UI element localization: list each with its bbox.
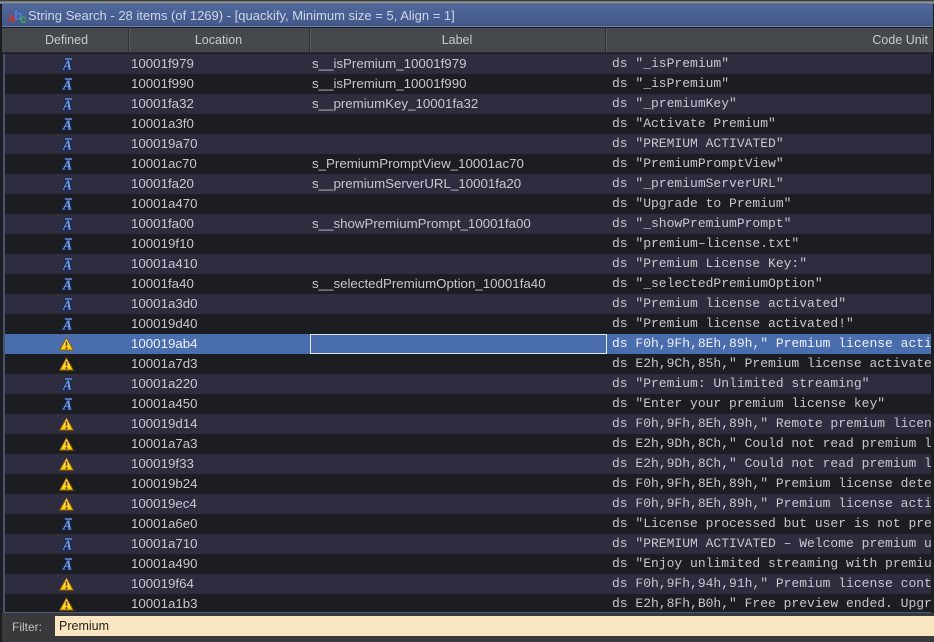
svg-text:A: A: [61, 298, 71, 312]
svg-text:A: A: [61, 98, 71, 112]
svg-text:c: c: [20, 12, 27, 25]
svg-text:A: A: [61, 538, 71, 552]
svg-text:A: A: [61, 78, 71, 92]
svg-text:A: A: [61, 118, 71, 132]
svg-text:A: A: [61, 378, 71, 392]
svg-text:A: A: [61, 158, 71, 172]
svg-text:A: A: [61, 218, 71, 232]
svg-text:A: A: [61, 198, 71, 212]
svg-text:A: A: [61, 278, 71, 292]
svg-text:A: A: [61, 318, 71, 332]
svg-text:A: A: [61, 138, 71, 152]
svg-text:A: A: [61, 518, 71, 532]
svg-text:A: A: [61, 58, 71, 72]
svg-text:A: A: [61, 178, 71, 192]
svg-text:A: A: [61, 398, 71, 412]
svg-text:A: A: [61, 258, 71, 272]
svg-text:A: A: [61, 238, 71, 252]
svg-text:A: A: [61, 558, 71, 572]
